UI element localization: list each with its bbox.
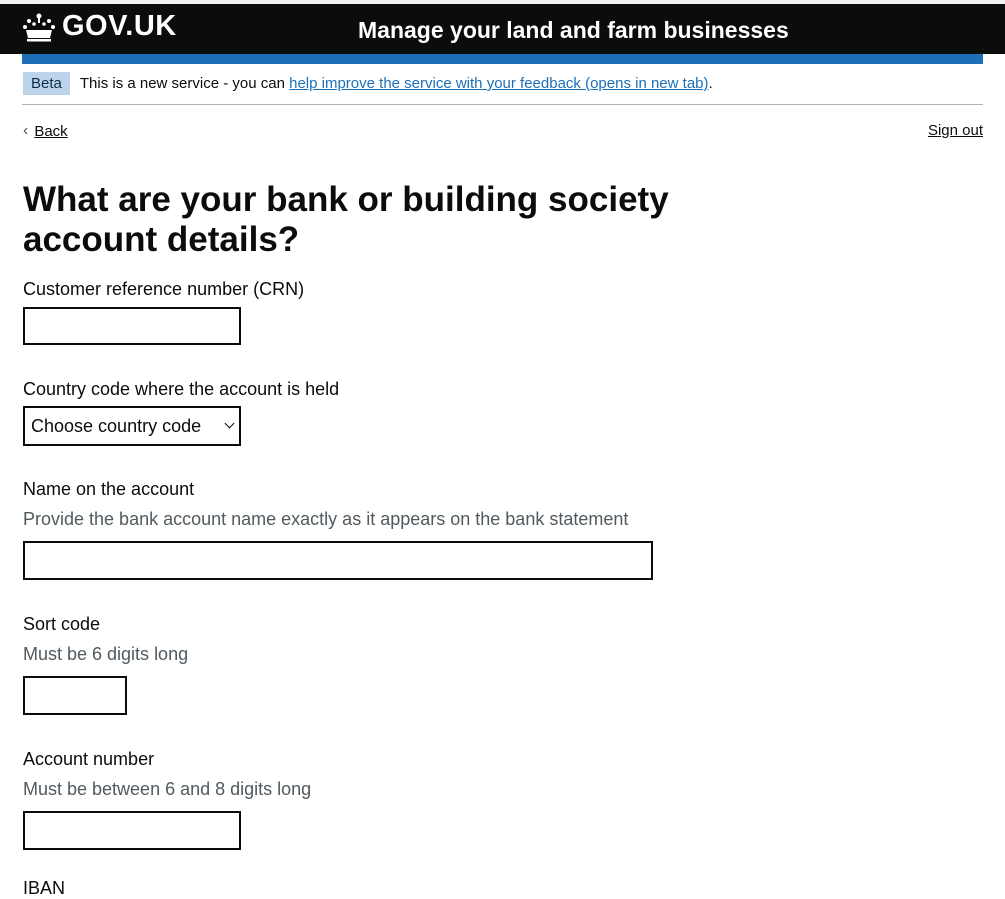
feedback-link[interactable]: help improve the service with your feedb… [289,75,708,92]
logo-text: GOV.UK [62,10,177,42]
account-number-input[interactable] [23,811,241,850]
beta-tag: Beta [23,72,70,95]
crn-label: Customer reference number (CRN) [23,279,305,299]
chevron-left-icon: ‹ [23,122,29,139]
country-code-label: Country code where the account is held [23,379,340,399]
phase-banner-text: This is a new service - you can [79,75,290,92]
account-name-hint: Provide the bank account name exactly as… [23,509,629,529]
phase-banner-suffix: . [708,75,713,92]
phase-banner-divider [22,104,983,105]
account-number-hint: Must be between 6 and 8 digits long [23,779,312,799]
sort-code-hint: Must be 6 digits long [23,644,189,664]
sort-code-label: Sort code [23,614,101,634]
account-name-label: Name on the account [23,479,195,499]
sort-code-input[interactable] [23,676,127,715]
govuk-logo-link[interactable]: GOV.UK [22,10,177,43]
back-link-label[interactable]: Back [34,123,67,140]
phase-banner: Beta This is a new service - you can hel… [23,72,713,95]
site-header: GOV.UK Manage your land and farm busines… [0,4,1005,54]
country-code-select[interactable]: Choose country code [23,406,241,446]
page-title: What are your bank or building society a… [23,180,669,259]
chevron-down-icon [224,418,235,429]
back-link[interactable]: ‹ Back [23,122,68,140]
sign-out-link[interactable]: Sign out [928,122,983,139]
crown-icon [23,13,55,41]
header-blue-bar [22,54,983,64]
iban-label: IBAN [23,878,66,898]
account-name-input[interactable] [23,541,653,580]
crn-input[interactable] [23,307,241,345]
account-number-label: Account number [23,749,155,769]
country-code-selected: Choose country code [31,415,202,436]
service-name-link[interactable]: Manage your land and farm businesses [358,17,789,44]
